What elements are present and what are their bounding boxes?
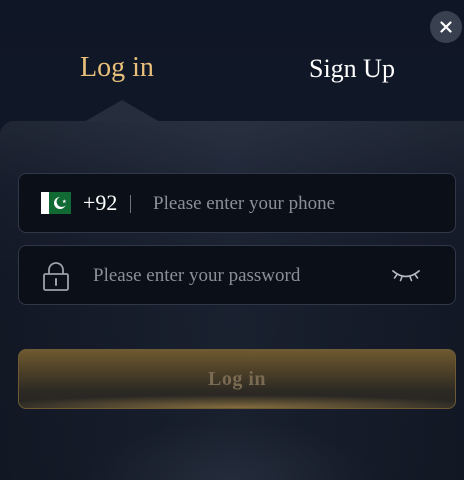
field-divider: [130, 195, 131, 213]
password-field: [18, 245, 456, 305]
tab-login[interactable]: Log in: [80, 52, 154, 84]
tab-signup[interactable]: Sign Up: [309, 54, 395, 84]
eye-closed-icon[interactable]: [391, 266, 421, 284]
login-submit-button[interactable]: Log in: [18, 349, 456, 409]
lock-icon: [43, 262, 69, 291]
phone-input[interactable]: [153, 190, 443, 218]
password-input[interactable]: [93, 262, 383, 290]
login-submit-label: Log in: [207, 367, 267, 390]
login-dialog: Log in Sign Up +92 Please enter your pho…: [0, 0, 464, 480]
active-tab-indicator: [84, 100, 160, 122]
close-icon: [440, 21, 452, 33]
country-code[interactable]: +92: [83, 190, 117, 216]
close-button[interactable]: [430, 11, 462, 43]
phone-field: +92: [18, 173, 456, 233]
pakistan-flag-icon[interactable]: [41, 192, 71, 214]
